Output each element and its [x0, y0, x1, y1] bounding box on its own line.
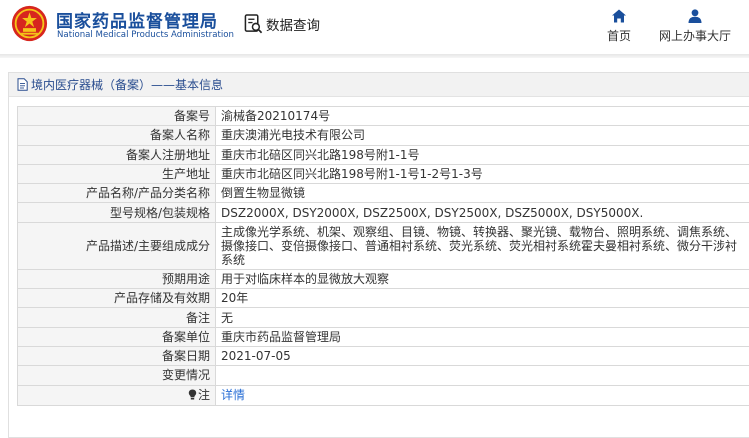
header-divider [0, 54, 749, 58]
row-label: 产品名称/产品分类名称 [17, 183, 216, 204]
table-row: 生产地址 重庆市北碚区同兴北路198号附1-1号1-2号1-3号 [17, 163, 749, 185]
row-value: 用于对临床样本的显微放大观察 [215, 268, 749, 290]
data-query-link[interactable]: 数据查询 [244, 12, 320, 36]
row-value [215, 365, 749, 386]
nav-home-label: 首页 [606, 29, 631, 43]
row-label: 备案人注册地址 [17, 144, 216, 165]
row-value: 主成像光学系统、机架、观察组、目镜、物镜、转换器、聚光镜、载物台、照明系统、调焦… [215, 221, 749, 270]
national-emblem-icon [11, 5, 48, 42]
device-info-table: 备案号 渝械备20210174号 备案人名称 重庆澳浦光电技术有限公司 备案人注… [17, 105, 749, 407]
row-value: 20年 [215, 288, 749, 309]
table-row: 预期用途 用于对临床样本的显微放大观察 [17, 268, 749, 290]
row-label: 型号规格/包装规格 [17, 202, 216, 223]
nav-home[interactable]: 首页 [600, 8, 638, 44]
table-row: 备案人名称 重庆澳浦光电技术有限公司 [17, 125, 749, 146]
table-row: 备注 无 [17, 307, 749, 328]
row-value: 渝械备20210174号 [215, 105, 749, 127]
brand-title-cn: 国家药品监督管理局 [56, 12, 218, 32]
row-label: 产品描述/主要组成成分 [17, 221, 216, 270]
nav-online-service-hall[interactable]: 网上办事大厅 [655, 8, 735, 44]
note-value-cell: 详情 [215, 384, 749, 407]
brand-title-en: National Medical Products Administration [57, 30, 234, 40]
details-link[interactable]: 详情 [221, 388, 245, 402]
data-query-label: 数据查询 [266, 18, 320, 34]
row-label: 生产地址 [17, 163, 216, 185]
table-row: 备案日期 2021-07-05 [17, 345, 749, 367]
table-row: 型号规格/包装规格 DSZ2000X, DSY2000X, DSZ2500X, … [17, 202, 749, 223]
lightbulb-icon [188, 389, 197, 400]
table-row: 产品名称/产品分类名称 倒置生物显微镜 [17, 183, 749, 204]
row-value: 重庆市药品监督管理局 [215, 326, 749, 347]
table-row: 变更情况 [17, 365, 749, 386]
device-info-panel: 境内医疗器械（备案）——基本信息 备案号 渝械备20210174号 备案人名称 … [8, 72, 749, 438]
note-label: 注 [197, 387, 210, 402]
row-value: 重庆市北碚区同兴北路198号附1-1号1-2号1-3号 [215, 163, 749, 185]
row-value: 重庆市北碚区同兴北路198号附1-1号 [215, 144, 749, 165]
row-label: 变更情况 [17, 365, 216, 386]
row-label: 备案号 [17, 105, 216, 127]
panel-title: 境内医疗器械（备案）——基本信息 [31, 78, 224, 92]
row-label: 备案单位 [17, 326, 216, 347]
note-label-wrap: 注 [188, 388, 210, 402]
row-label: 产品存储及有效期 [17, 288, 216, 309]
row-label: 预期用途 [17, 268, 216, 290]
row-value: 无 [215, 307, 749, 328]
home-icon [612, 9, 626, 23]
row-value: 重庆澳浦光电技术有限公司 [215, 125, 749, 146]
table-row: 产品描述/主要组成成分 主成像光学系统、机架、观察组、目镜、物镜、转换器、聚光镜… [17, 221, 749, 270]
row-value: DSZ2000X, DSY2000X, DSZ2500X, DSY2500X, … [215, 202, 749, 223]
row-value: 倒置生物显微镜 [215, 183, 749, 204]
site-header: 国家药品监督管理局 National Medical Products Admi… [0, 0, 749, 54]
row-label: 备案人名称 [17, 125, 216, 146]
table-row: 产品存储及有效期 20年 [17, 288, 749, 309]
user-icon [688, 9, 702, 23]
table-row-note: 注 详情 [17, 384, 749, 407]
note-label-cell: 注 [17, 384, 216, 407]
row-label: 备注 [17, 307, 216, 328]
table-row: 备案单位 重庆市药品监督管理局 [17, 326, 749, 347]
panel-title-bar: 境内医疗器械（备案）——基本信息 [9, 73, 749, 97]
nav-online-service-hall-label: 网上办事大厅 [658, 29, 731, 43]
table-row: 备案人注册地址 重庆市北碚区同兴北路198号附1-1号 [17, 144, 749, 165]
table-row: 备案号 渝械备20210174号 [17, 105, 749, 127]
row-value: 2021-07-05 [215, 345, 749, 367]
document-icon [17, 78, 28, 91]
search-document-icon [244, 14, 263, 34]
row-label: 备案日期 [17, 345, 216, 367]
